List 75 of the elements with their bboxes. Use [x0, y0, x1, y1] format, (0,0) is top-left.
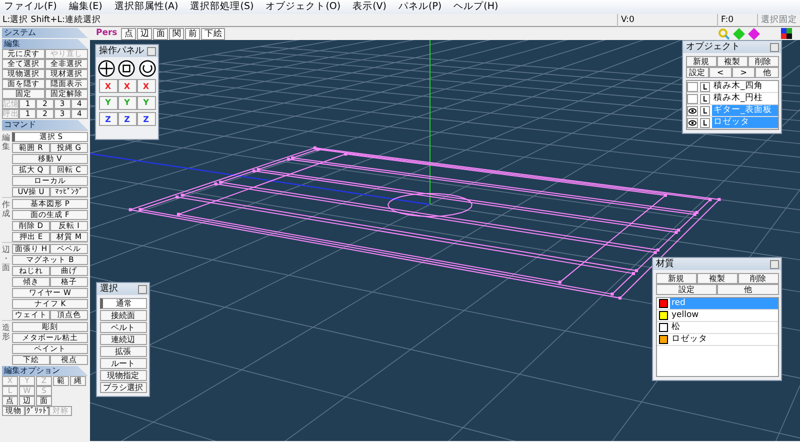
eye-icon[interactable]: [686, 118, 698, 128]
3d-viewport[interactable]: Pers 点 辺 面 関 前 下絵 操作パネル X X X Y Y Y Z Z Z オブジェクト 新規 複製 削除 設定 < > 他 積み木_四角 積み木_円柱 ギター_表面板 ロゼッタ 選択 通常 接続面 ベルト 連続辺 拡張 ルート 現物指定 ブラシ選択 材質 新規 複製 削除 設定 他 red yellow 松 ロゼッタ: [90, 27, 800, 441]
section-header[interactable]: 編集オプション: [2, 366, 88, 376]
selection-mode-button[interactable]: 拡張: [100, 346, 146, 356]
view-toggle-button[interactable]: 関: [169, 28, 184, 40]
axis-button[interactable]: Z: [98, 112, 118, 126]
lock-icon[interactable]: [700, 106, 710, 116]
object-name[interactable]: 積み木_四角: [712, 81, 778, 92]
section-header[interactable]: コマンド: [2, 120, 88, 130]
panel-button[interactable]: 削除: [748, 56, 778, 66]
panel-button[interactable]: 新規: [656, 272, 696, 284]
panel-button[interactable]: 複製: [696, 272, 738, 284]
axis-button[interactable]: X: [118, 79, 136, 93]
panel-button[interactable]: 削除: [738, 272, 778, 284]
selection-mode-button[interactable]: 連続辺: [100, 334, 146, 344]
material-name[interactable]: 松: [670, 322, 778, 333]
group-label: 作成: [2, 199, 11, 220]
close-icon[interactable]: [770, 260, 779, 268]
axis-button[interactable]: Z: [136, 112, 156, 126]
group-label: 辺・面: [2, 244, 11, 274]
menu-item[interactable]: 編集(E): [68, 0, 102, 14]
selection-mode-button[interactable]: 通常: [100, 298, 146, 308]
panel-button[interactable]: 他: [755, 66, 778, 78]
close-icon[interactable]: [138, 284, 147, 294]
panel-title: 選択: [100, 283, 118, 295]
selection-mode-button[interactable]: 接続面: [100, 310, 146, 320]
eye-icon[interactable]: [686, 106, 698, 116]
status-hint: L:選択 Shift+L:連続選択: [2, 14, 102, 26]
move-icon[interactable]: [98, 60, 115, 76]
menu-item[interactable]: オブジェクト(O): [266, 0, 341, 14]
group-label: 編集: [2, 132, 11, 153]
close-icon[interactable]: [770, 42, 779, 52]
menu-item[interactable]: 表示(V): [352, 0, 386, 14]
projection-button[interactable]: Pers: [96, 27, 118, 40]
close-icon[interactable]: [147, 46, 156, 56]
panel-button[interactable]: 設定: [686, 66, 709, 78]
view-toggle-button[interactable]: 前: [185, 28, 200, 40]
selection-mode-button[interactable]: ベルト: [100, 322, 146, 332]
panel-button[interactable]: 設定: [656, 284, 717, 294]
menu-item[interactable]: ヘルプ(H): [454, 0, 498, 14]
material-name[interactable]: yellow: [670, 310, 778, 321]
view-toggle-button[interactable]: 面: [153, 28, 168, 40]
panel-button[interactable]: 複製: [716, 56, 748, 66]
menu-item[interactable]: 選択部処理(S): [190, 0, 254, 14]
panel-button[interactable]: 新規: [686, 56, 716, 66]
hidden-toggle[interactable]: [686, 94, 698, 104]
view-toggle-button[interactable]: 辺: [137, 28, 152, 40]
lock-icon[interactable]: [700, 82, 710, 92]
axis-button[interactable]: Z: [118, 112, 136, 126]
rotate-icon[interactable]: [139, 60, 156, 76]
panel-title: 材質: [656, 258, 674, 270]
view-toggle-button[interactable]: 点: [121, 28, 136, 40]
material-name[interactable]: ロゼッタ: [670, 334, 778, 345]
panel-title: オブジェクト: [686, 41, 740, 53]
scale-icon[interactable]: [118, 60, 136, 76]
view-toggle-button[interactable]: 下絵: [201, 28, 226, 40]
axis-button[interactable]: X: [136, 79, 156, 93]
menu-item[interactable]: ファイル(F): [4, 0, 57, 14]
group-label: 造形: [2, 322, 11, 343]
axis-button[interactable]: X: [98, 79, 118, 93]
lock-icon[interactable]: [700, 94, 710, 104]
selection-mode-button[interactable]: ブラシ選択: [100, 382, 146, 392]
selection-mode-button[interactable]: ルート: [100, 358, 146, 368]
hidden-toggle[interactable]: [686, 82, 698, 92]
panel-button[interactable]: >: [732, 66, 756, 78]
section-header[interactable]: 編集: [2, 39, 88, 49]
menu-item[interactable]: パネル(P): [398, 0, 442, 14]
section-header[interactable]: システム: [2, 28, 88, 38]
object-name[interactable]: 積み木_円柱: [712, 93, 778, 104]
panel-title: 操作パネル: [99, 45, 144, 57]
color-grid-icon[interactable]: [781, 28, 792, 39]
panel-button[interactable]: 他: [717, 284, 778, 294]
lock-icon[interactable]: [700, 118, 710, 128]
menu-item[interactable]: 選択部属性(A): [114, 0, 178, 14]
selection-mode-button[interactable]: 現物指定: [100, 370, 146, 380]
